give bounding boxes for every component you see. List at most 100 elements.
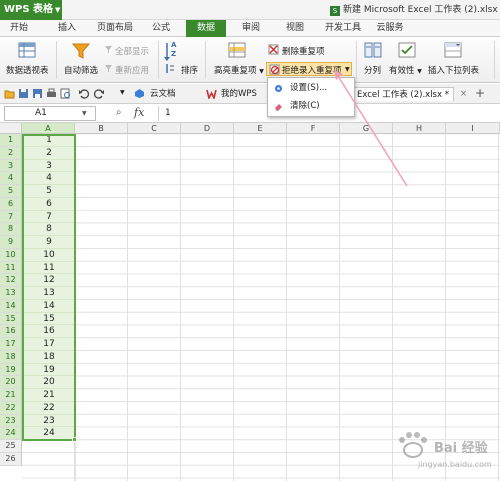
cell-a20[interactable]: 20 bbox=[23, 376, 75, 389]
redo-icon[interactable] bbox=[94, 88, 105, 99]
close-tab-icon[interactable]: × bbox=[460, 89, 467, 99]
cell-a4[interactable]: 4 bbox=[23, 172, 75, 185]
tab-data[interactable]: 数据 bbox=[186, 20, 226, 37]
row-header[interactable]: 8 bbox=[0, 223, 22, 236]
split-columns-button[interactable]: 分列 bbox=[364, 64, 381, 76]
open-folder-icon[interactable] bbox=[4, 88, 15, 99]
customize-toolbar-chevron-icon[interactable]: ▼ bbox=[120, 89, 125, 96]
highlight-duplicates-button[interactable]: 高亮重复项 ▼ bbox=[214, 64, 264, 76]
row-header[interactable]: 6 bbox=[0, 197, 22, 211]
cell-a16[interactable]: 16 bbox=[23, 325, 75, 338]
doc-tab-cloud-documents[interactable]: 云文档 bbox=[150, 87, 176, 101]
new-tab-button[interactable]: + bbox=[475, 86, 485, 100]
column-header-a[interactable]: A bbox=[22, 123, 75, 134]
cell-a7[interactable]: 7 bbox=[23, 210, 75, 224]
row-header[interactable]: 14 bbox=[0, 299, 22, 313]
row-header[interactable]: 26 bbox=[0, 452, 22, 466]
print-icon[interactable] bbox=[46, 88, 57, 99]
doc-tab-current-workbook[interactable]: Excel 工作表 (2).xlsx * bbox=[352, 87, 454, 101]
row-header[interactable]: 4 bbox=[0, 172, 22, 185]
highlight-duplicates-icon[interactable] bbox=[228, 42, 246, 58]
row-header[interactable]: 24 bbox=[0, 427, 22, 440]
row-header[interactable]: 25 bbox=[0, 440, 22, 453]
column-header-c[interactable]: C bbox=[128, 123, 181, 134]
row-header[interactable]: 20 bbox=[0, 376, 22, 389]
autofilter-button[interactable]: 自动筛选 bbox=[64, 64, 98, 76]
cell-a2[interactable]: 2 bbox=[23, 146, 75, 160]
cell-a12[interactable]: 12 bbox=[23, 274, 75, 287]
undo-icon[interactable] bbox=[78, 88, 89, 99]
zoom-search-icon[interactable]: ⌕ bbox=[116, 107, 122, 118]
row-header[interactable]: 21 bbox=[0, 389, 22, 402]
row-header[interactable]: 13 bbox=[0, 287, 22, 300]
cell-a13[interactable]: 13 bbox=[23, 287, 75, 300]
row-header[interactable]: 16 bbox=[0, 325, 22, 338]
cell-a11[interactable]: 11 bbox=[23, 261, 75, 275]
cell-a22[interactable]: 22 bbox=[23, 401, 75, 415]
cell-a23[interactable]: 23 bbox=[23, 414, 75, 428]
split-columns-icon[interactable] bbox=[364, 42, 382, 58]
tab-page-layout[interactable]: 页面布局 bbox=[92, 20, 138, 37]
cell-a24[interactable]: 24 bbox=[23, 427, 75, 440]
cell-a15[interactable]: 15 bbox=[23, 312, 75, 326]
menu-item-settings[interactable]: 设置(S)... bbox=[268, 80, 354, 97]
print-preview-icon[interactable] bbox=[60, 88, 71, 99]
cell-a5[interactable]: 5 bbox=[23, 185, 75, 198]
row-header[interactable]: 7 bbox=[0, 210, 22, 224]
doc-tab-my-wps[interactable]: 我的WPS bbox=[221, 87, 257, 101]
row-header[interactable]: 22 bbox=[0, 401, 22, 415]
data-validation-icon[interactable] bbox=[398, 42, 416, 58]
column-header-d[interactable]: D bbox=[181, 123, 234, 134]
cell-a21[interactable]: 21 bbox=[23, 389, 75, 402]
row-header[interactable]: 5 bbox=[0, 185, 22, 198]
row-header[interactable]: 3 bbox=[0, 159, 22, 173]
cell-a8[interactable]: 8 bbox=[23, 223, 75, 236]
sort-descending-icon[interactable] bbox=[164, 63, 175, 74]
tab-developer[interactable]: 开发工具 bbox=[320, 20, 366, 37]
cell-a10[interactable]: 10 bbox=[23, 248, 75, 262]
save-as-icon[interactable] bbox=[32, 88, 43, 99]
row-header[interactable]: 17 bbox=[0, 338, 22, 351]
row-header[interactable]: 1 bbox=[0, 134, 22, 147]
row-header[interactable]: 19 bbox=[0, 363, 22, 377]
column-header-f[interactable]: F bbox=[287, 123, 340, 134]
pivot-table-icon[interactable] bbox=[18, 42, 36, 58]
row-header[interactable]: 11 bbox=[0, 261, 22, 275]
filter-icon[interactable] bbox=[72, 42, 90, 60]
cell-a14[interactable]: 14 bbox=[23, 299, 75, 313]
tab-review[interactable]: 审阅 bbox=[236, 20, 266, 37]
save-icon[interactable] bbox=[18, 88, 29, 99]
cell-a1[interactable]: 1 bbox=[23, 134, 75, 147]
reapply-button[interactable]: 重新应用 bbox=[115, 64, 149, 76]
sort-button[interactable]: 排序 bbox=[181, 64, 198, 76]
cell-a17[interactable]: 17 bbox=[23, 338, 75, 351]
app-menu-button[interactable]: WPS 表格 ▼ bbox=[0, 0, 62, 20]
column-header-e[interactable]: E bbox=[234, 123, 287, 134]
row-header[interactable]: 18 bbox=[0, 350, 22, 364]
cell-a18[interactable]: 18 bbox=[23, 350, 75, 364]
column-header-g[interactable]: G bbox=[340, 123, 393, 134]
column-header-h[interactable]: H bbox=[393, 123, 446, 134]
tab-view[interactable]: 视图 bbox=[280, 20, 310, 37]
function-icon[interactable]: fx bbox=[134, 106, 144, 119]
data-validation-button[interactable]: 有效性 ▼ bbox=[389, 64, 422, 76]
show-all-button[interactable]: 全部显示 bbox=[115, 45, 149, 57]
cell-area[interactable] bbox=[22, 134, 500, 481]
row-header[interactable]: 10 bbox=[0, 248, 22, 262]
tab-formulas[interactable]: 公式 bbox=[146, 20, 176, 37]
chevron-down-icon[interactable]: ▼ bbox=[82, 110, 87, 117]
cell-a19[interactable]: 19 bbox=[23, 363, 75, 377]
row-header[interactable]: 12 bbox=[0, 274, 22, 287]
row-header[interactable]: 9 bbox=[0, 236, 22, 249]
row-header[interactable]: 15 bbox=[0, 312, 22, 326]
column-header-i[interactable]: I bbox=[446, 123, 500, 134]
insert-dropdown-list-icon[interactable] bbox=[444, 42, 462, 58]
row-header[interactable]: 23 bbox=[0, 414, 22, 428]
fill-handle[interactable] bbox=[72, 437, 77, 442]
insert-dropdown-list-button[interactable]: 插入下拉列表 bbox=[428, 64, 479, 76]
column-header-b[interactable]: B bbox=[75, 123, 128, 134]
cell-a3[interactable]: 3 bbox=[23, 159, 75, 173]
cell-a9[interactable]: 9 bbox=[23, 236, 75, 249]
select-all-corner[interactable] bbox=[0, 123, 22, 134]
menu-item-clear[interactable]: 清除(C) bbox=[268, 98, 354, 115]
